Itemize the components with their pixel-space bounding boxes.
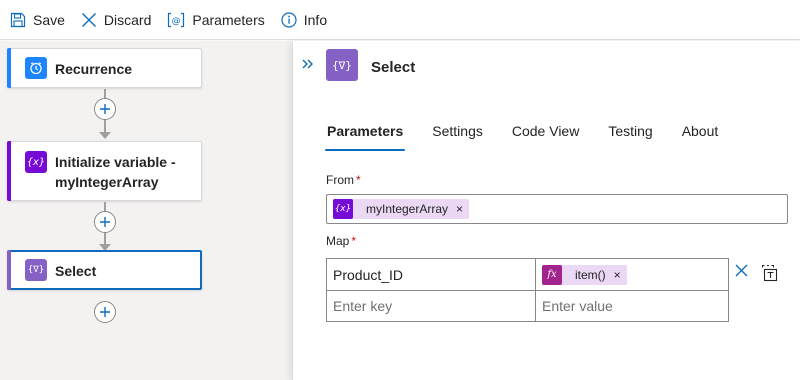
save-button[interactable]: Save — [10, 12, 65, 28]
initialize-variable-card[interactable]: {x} Initialize variable - myIntegerArray — [7, 141, 202, 201]
add-step-button[interactable] — [94, 301, 116, 323]
card-accent-bar — [7, 141, 11, 201]
action-details-panel: {∇} Select Parameters Settings Code View… — [292, 41, 800, 380]
variable-token[interactable]: {x} myIntegerArray × — [333, 199, 470, 219]
discard-label: Discard — [103, 11, 152, 28]
select-action-card[interactable]: {∇} Select — [7, 250, 202, 290]
arrow-icon — [99, 132, 111, 139]
tab-code-view[interactable]: Code View — [512, 121, 579, 151]
plus-icon — [100, 104, 110, 114]
insert-step-button[interactable] — [94, 211, 116, 233]
remove-token-button[interactable]: × — [456, 202, 463, 216]
insert-step-button[interactable] — [94, 98, 116, 120]
save-icon — [10, 12, 26, 27]
value-placeholder: Enter value — [542, 298, 613, 314]
workflow-canvas: Recurrence {x} Initialize variable - myI… — [0, 41, 292, 380]
map-value-input-empty[interactable]: Enter value — [536, 291, 728, 321]
required-mark: * — [351, 234, 357, 248]
tab-testing[interactable]: Testing — [608, 121, 652, 151]
recurrence-trigger-card[interactable]: Recurrence — [7, 48, 202, 88]
parameters-icon: @ — [168, 12, 185, 27]
tab-settings[interactable]: Settings — [432, 121, 483, 151]
token-text: item() — [575, 267, 606, 282]
discard-button[interactable]: Discard — [81, 12, 151, 28]
switch-to-text-mode-button[interactable] — [761, 264, 779, 285]
close-icon — [81, 12, 96, 27]
map-label-text: Map — [326, 234, 350, 248]
tab-about[interactable]: About — [682, 121, 719, 151]
card-accent-bar — [7, 48, 11, 88]
map-label: Map * — [326, 234, 356, 248]
map-table: Product_ID fx item() × Enter key Enter v… — [326, 258, 729, 322]
parameters-button[interactable]: @ Parameters — [167, 11, 265, 28]
from-input[interactable]: {x} myIntegerArray × — [326, 194, 788, 224]
expression-token[interactable]: fx item() × — [542, 264, 627, 285]
node-label-line1: Initialize variable - — [55, 154, 176, 170]
from-label: From * — [326, 173, 361, 187]
plus-icon — [100, 307, 110, 317]
fx-icon: fx — [542, 264, 562, 285]
token-text: myIntegerArray — [366, 202, 449, 216]
card-accent-bar — [7, 250, 11, 290]
delete-row-button[interactable] — [735, 264, 748, 280]
panel-title: Select — [371, 59, 416, 76]
info-button[interactable]: Info — [281, 12, 327, 28]
map-key-value: Product_ID — [333, 266, 404, 283]
tab-parameters[interactable]: Parameters — [324, 121, 406, 151]
map-key-input[interactable]: Product_ID — [327, 259, 536, 291]
parameters-label: Parameters — [192, 11, 265, 28]
required-mark: * — [356, 173, 361, 187]
info-label: Info — [303, 11, 328, 28]
from-label-text: From — [326, 173, 354, 187]
text-mode-icon — [762, 265, 778, 282]
panel-tabs: Parameters Settings Code View Testing Ab… — [324, 121, 747, 151]
info-icon — [281, 11, 297, 28]
collapse-panel-button[interactable] — [301, 57, 315, 73]
clock-icon — [25, 57, 47, 79]
select-icon: {∇} — [25, 259, 47, 281]
variable-icon: {x} — [25, 151, 47, 173]
node-label: Select — [55, 263, 97, 279]
map-key-input-empty[interactable]: Enter key — [327, 291, 536, 321]
variable-icon: {x} — [333, 199, 353, 219]
close-icon — [735, 264, 748, 277]
save-label: Save — [33, 11, 65, 28]
node-label: Recurrence — [55, 61, 133, 77]
select-icon: {∇} — [326, 49, 358, 81]
plus-icon — [100, 217, 110, 227]
double-chevron-right-icon — [302, 59, 313, 69]
designer-toolbar: Save Discard @ Parameters Info — [0, 0, 800, 40]
key-placeholder: Enter key — [333, 298, 393, 314]
node-label-line2: myIntegerArray — [55, 174, 159, 190]
svg-text:@: @ — [172, 16, 181, 26]
remove-token-button[interactable]: × — [614, 268, 621, 282]
map-value-input[interactable]: fx item() × — [536, 259, 728, 291]
